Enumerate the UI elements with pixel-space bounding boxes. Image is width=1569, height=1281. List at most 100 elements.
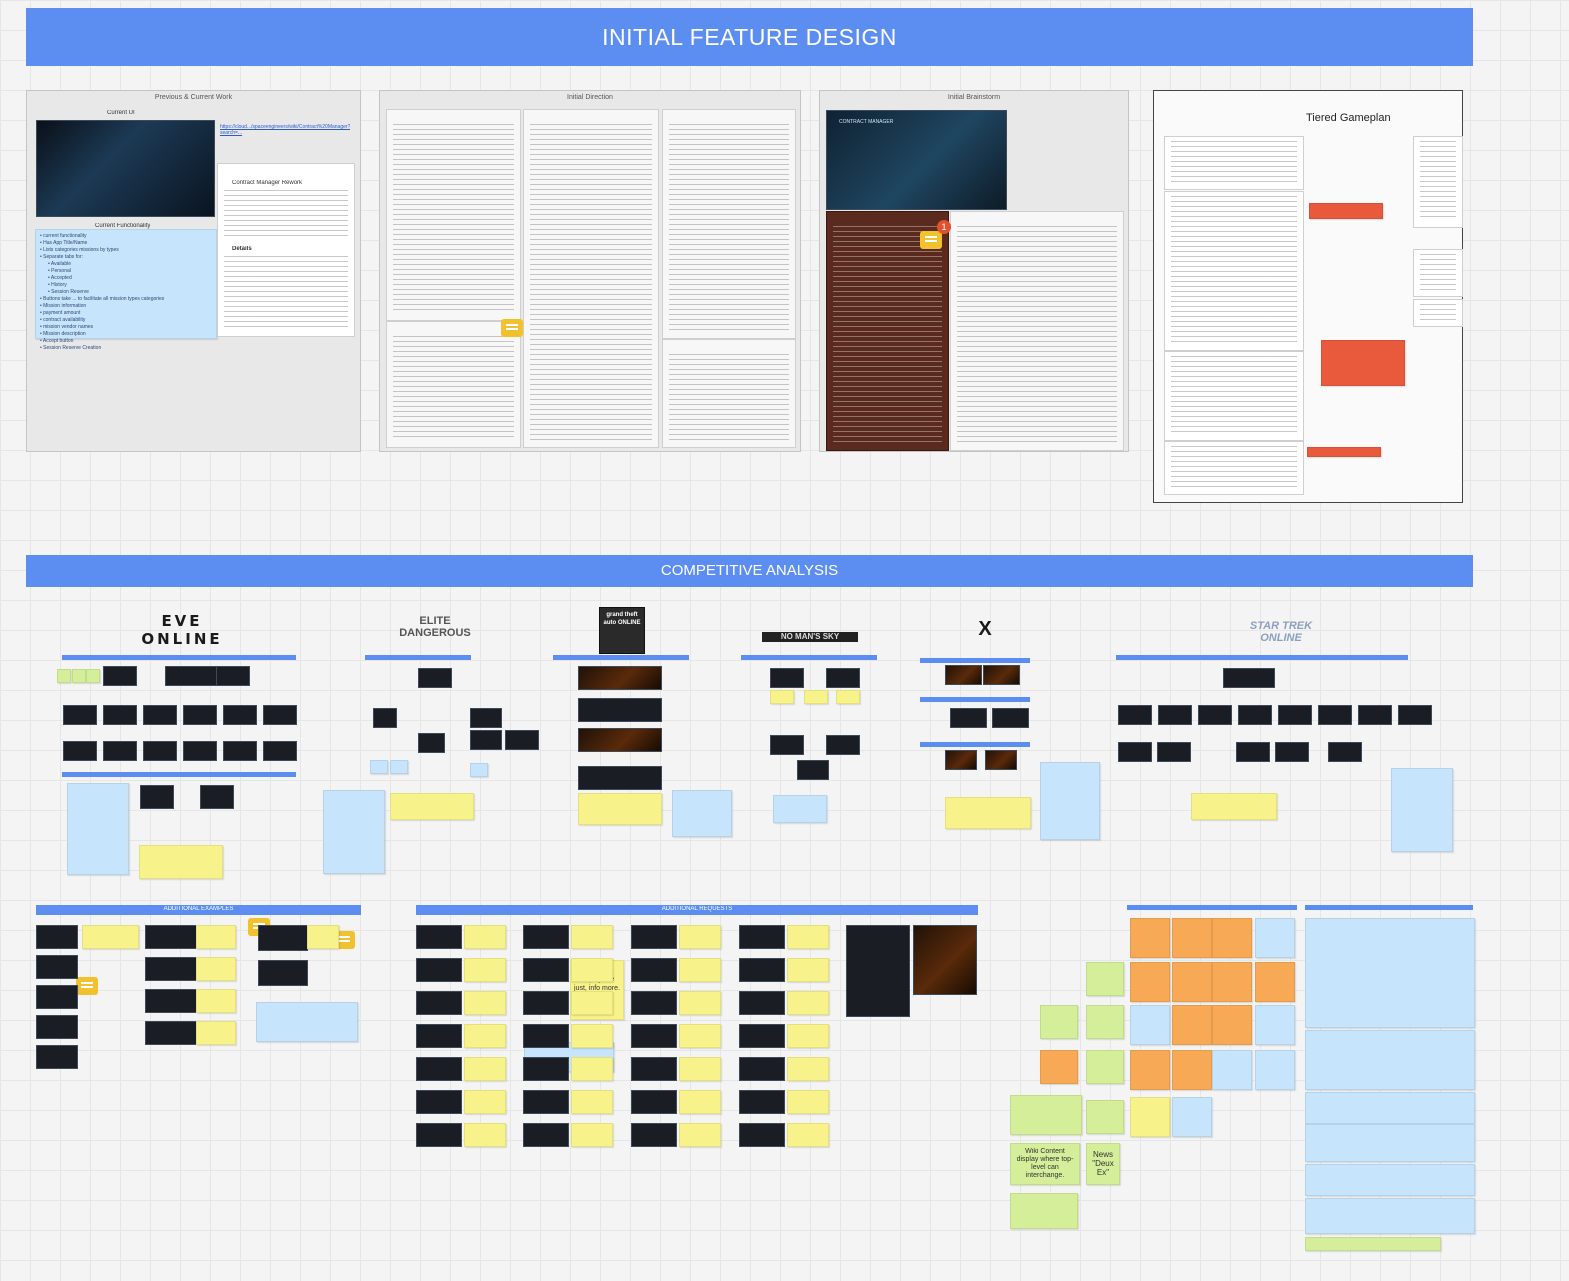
example-screenshot (258, 925, 308, 951)
tier-2-doc (1164, 191, 1304, 351)
functionality-note: current functionalityHas App Title/NameL… (35, 229, 217, 351)
notes-column-sticky (1305, 1164, 1475, 1196)
idea-sticky (1212, 1050, 1252, 1090)
tier-3-doc (1164, 351, 1304, 441)
example-note (307, 925, 339, 949)
example-note (196, 925, 236, 949)
sto-screenshot (1278, 705, 1312, 725)
request-phone-screenshot (846, 925, 910, 1017)
request-screenshot (739, 1090, 785, 1114)
request-screenshot (523, 1123, 569, 1147)
idea-sticky (1255, 1005, 1295, 1045)
doc-heading: Details (232, 246, 252, 252)
comment-icon[interactable] (920, 231, 942, 249)
x-screenshot (945, 665, 982, 685)
functionality-item: Session Reserve (40, 289, 164, 296)
request-note (464, 1123, 506, 1147)
side-notes-1 (1413, 136, 1463, 228)
example-screenshot (36, 1045, 78, 1069)
sto-screenshot (1318, 705, 1352, 725)
elite-note (323, 790, 385, 874)
request-note (679, 1057, 721, 1081)
example-screenshot (145, 957, 197, 981)
request-note (464, 958, 506, 982)
sto-note-yellow (1191, 793, 1277, 820)
request-note (571, 991, 613, 1015)
side-notes-3 (1413, 299, 1463, 327)
tier-1-doc (1164, 136, 1304, 190)
functionality-item: Separate tabs for: (40, 254, 164, 261)
previous-work-frame[interactable]: Previous & Current Work Current UI https… (26, 90, 361, 452)
request-note (787, 1123, 829, 1147)
sto-screenshot (1275, 742, 1309, 762)
sto-screenshot (1198, 705, 1232, 725)
example-screenshot (36, 1015, 78, 1039)
example-screenshot (145, 989, 197, 1013)
doc-title: Contract Manager Rework (232, 180, 303, 186)
request-screenshot (739, 925, 785, 949)
comment-icon[interactable] (76, 977, 98, 995)
functionality-item: contract availability (40, 317, 164, 324)
eve-screenshot (63, 741, 97, 761)
nms-screenshot (826, 735, 860, 755)
idea-sticky (1255, 918, 1295, 958)
eve-tag (86, 669, 100, 683)
elite-screenshot (418, 733, 445, 753)
tiered-gameplan-frame[interactable]: Tiered Gameplan (1153, 90, 1463, 503)
request-screenshot (416, 991, 462, 1015)
x-sub-header-2 (920, 742, 1030, 747)
idea-sticky (1255, 1050, 1295, 1090)
comment-icon[interactable] (501, 319, 523, 337)
request-note (679, 1123, 721, 1147)
additional-requests-title: ADDITIONAL REQUESTS (661, 906, 733, 912)
gameplan-title: Tiered Gameplan (1306, 112, 1391, 124)
notes-column-sticky (1305, 918, 1475, 1028)
request-note (787, 958, 829, 982)
request-screenshot (631, 991, 677, 1015)
eve-screenshot (223, 741, 257, 761)
elite-tag (370, 760, 388, 774)
idea-sticky (1086, 1005, 1124, 1039)
request-screenshot (739, 1057, 785, 1081)
request-screenshot (739, 1123, 785, 1147)
idea-sticky (1040, 1005, 1078, 1039)
sto-screenshot (1328, 742, 1362, 762)
news-note: News "Deux Ex" (1086, 1143, 1120, 1185)
nms-screenshot (826, 668, 860, 688)
idea-sticky (1086, 1050, 1124, 1084)
gta-note-yellow (578, 793, 662, 825)
nms-tag (770, 690, 794, 704)
request-note (787, 1057, 829, 1081)
functionality-item: Has App Title/Name (40, 240, 164, 247)
idea-sticky (1086, 962, 1124, 996)
initial-direction-frame[interactable]: Initial Direction (379, 90, 801, 452)
example-screenshot (145, 925, 197, 949)
wiki-content-note: Wiki Content display where top-level can… (1010, 1143, 1080, 1185)
notes-column-sticky (1305, 1124, 1475, 1162)
frame-title: Initial Direction (567, 94, 613, 101)
x-screenshot (992, 708, 1029, 728)
functionality-item: mission vendor names (40, 324, 164, 331)
idea-sticky (1130, 1050, 1170, 1090)
eve-screenshot (263, 705, 297, 725)
request-note (679, 1090, 721, 1114)
direction-doc-3 (662, 109, 796, 339)
gta-screenshot (578, 698, 662, 722)
wiki-link[interactable]: https://cloud.../spaceengineers/wiki/Con… (220, 124, 350, 136)
example-note (82, 925, 139, 949)
initial-brainstorm-frame[interactable]: Initial Brainstorm CONTRACT MANAGER 1 (819, 90, 1129, 452)
sto-screenshot (1236, 742, 1270, 762)
eve-screenshot (263, 741, 297, 761)
current-ui-label: Current UI (107, 110, 135, 116)
eve-sub-header (62, 772, 296, 777)
request-note (787, 925, 829, 949)
eve-tag (72, 669, 86, 683)
x-header-bar (920, 658, 1030, 663)
frame-title: Initial Brainstorm (947, 94, 1001, 101)
eve-screenshot (103, 666, 137, 686)
functionality-item: Buttons take ... to facilitate all missi… (40, 296, 164, 303)
direction-doc-2 (523, 109, 659, 448)
nms-screenshot (770, 668, 804, 688)
example-note (196, 1021, 236, 1045)
request-note (464, 991, 506, 1015)
